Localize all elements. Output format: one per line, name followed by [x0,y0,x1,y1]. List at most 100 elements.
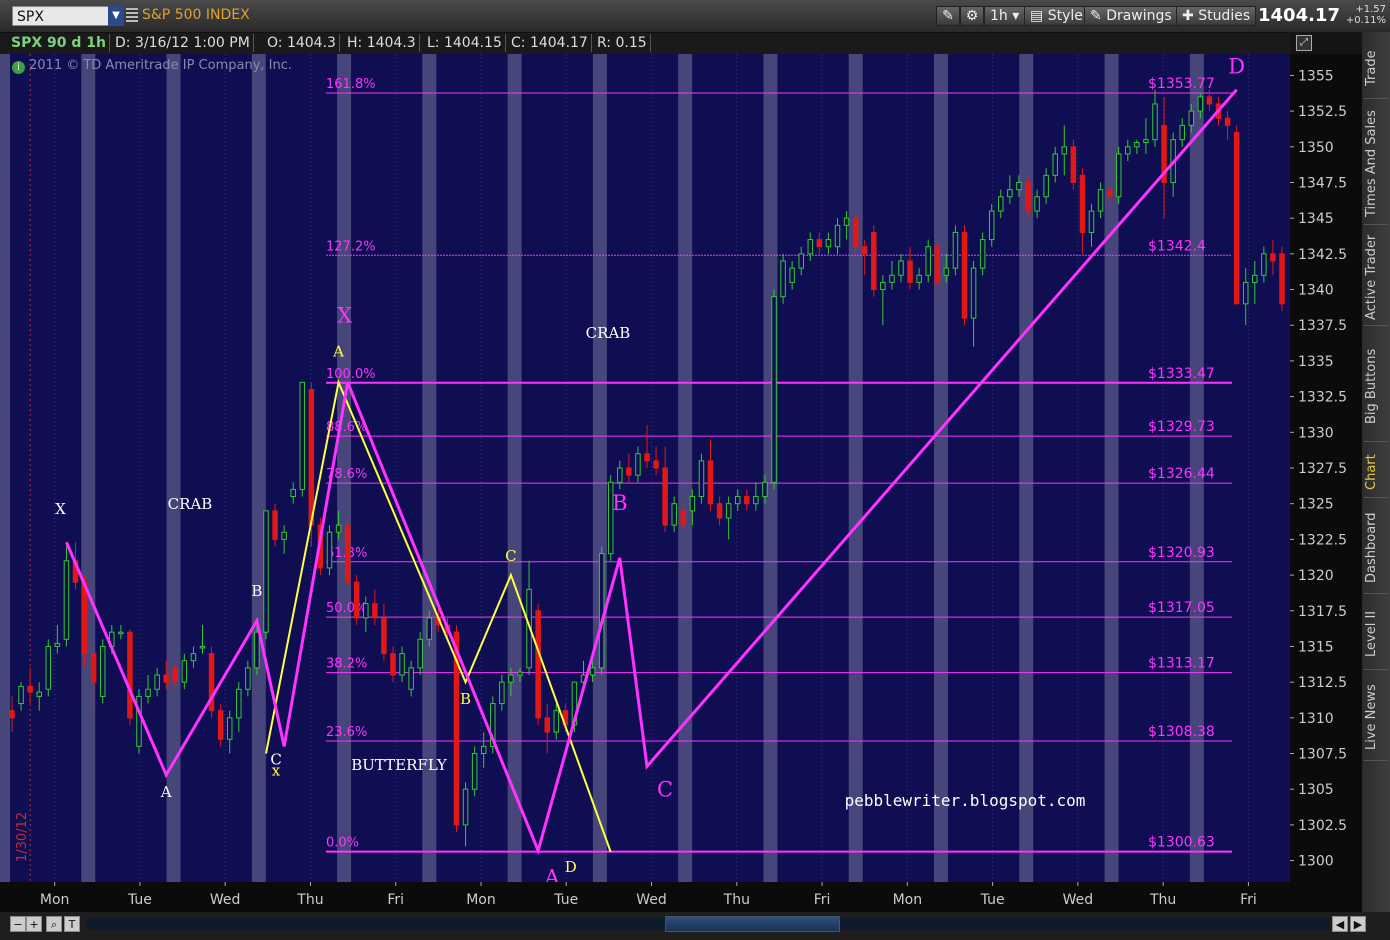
candle-body [916,274,922,283]
candle-body [898,260,904,276]
candle-body [390,653,396,676]
time-axis-labels: Mon Tue Wed Thu Fri Mon Tue Wed Thu Fri Mon Tue Wed T… [40,882,1257,908]
candle-body [1115,153,1122,198]
y-tick-label: 1355 [1298,68,1334,84]
sidebar-tab-big-buttons[interactable]: Big Buttons [1364,331,1388,442]
candle-body [780,260,786,298]
drawings-button[interactable]: ✎ Drawings [1084,6,1178,26]
fib-price-label: $1329.73 [1148,419,1215,435]
candle-body [27,685,33,693]
candle-body [1143,139,1149,144]
timeframe-label: 1h [990,8,1008,24]
drawing-tool-icon[interactable]: T [64,916,80,932]
butterfly-pattern-label: A [332,342,344,360]
chevron-down-icon[interactable]: ▼ [108,6,124,26]
y-tick-label: 1330 [1298,425,1334,441]
y-tick-label: 1332.5 [1298,390,1347,406]
change-pct: +0.11% [1345,15,1386,26]
y-tick-label: 1335 [1298,354,1334,370]
candle-body [852,217,859,248]
candle-body [290,488,296,498]
candle-body [353,581,360,619]
candle-body [254,631,260,669]
candle-body [626,467,632,476]
candle-body [1106,189,1113,198]
scroll-right-icon[interactable]: ▶ [1350,916,1366,932]
x-tick-label: Tue [127,892,152,908]
y-tick-label: 1310 [1298,711,1334,727]
candle-body [90,653,97,683]
y-tick-label: 1337.5 [1298,318,1347,334]
candle-body [462,788,469,826]
candle-body [127,631,133,719]
info-close: C: 1404.17 [508,34,592,52]
sidebar-tab-active-trader[interactable]: Active Trader [1364,230,1388,326]
change-abs: +1.57 [1355,4,1386,15]
fib-price-label: $1353.77 [1148,76,1215,92]
session-shading [166,54,181,882]
symbol-list-icon[interactable] [126,8,138,22]
studies-button[interactable]: ✚ Studies [1176,6,1257,26]
x-tick-label: Thu [723,892,750,908]
candle-body [979,239,986,269]
candle-body [925,246,931,276]
candle-body [707,460,714,505]
crab-pattern-1-label: A [160,783,172,801]
sidebar-tab-chart[interactable]: Chart [1364,447,1388,498]
sidebar-tab-level-ii[interactable]: Level II [1364,599,1388,670]
copyright-notice: i 2011 © TD Ameritrade IP Company, Inc. [12,58,292,74]
y-tick-label: 1305 [1298,782,1334,798]
candle-body [653,460,659,469]
sidebar-tab-trade[interactable]: Trade [1364,38,1388,99]
candle-body [1043,174,1049,198]
session-shading [251,54,266,882]
crab-pattern-1-label: C [270,750,281,768]
scroll-thumb[interactable] [665,916,840,932]
candlestick-chart: 1/30/12 161.8% $1353.77 127.2% $1342.4 100.0%… [0,54,1285,882]
symbol-input[interactable]: SPX [12,6,122,26]
y-tick-label: 1302.5 [1298,818,1347,834]
chart-plot-area[interactable]: 1/30/12 161.8% $1353.77 127.2% $1342.4 100.0%… [0,54,1290,882]
y-tick-label: 1312.5 [1298,675,1347,691]
time-axis[interactable]: Mon Tue Wed Thu Fri Mon Tue Wed Thu Fri Mon Tue Wed T… [0,882,1362,912]
candle-body [589,667,596,676]
crosshair-icon[interactable]: ✎ [936,6,960,26]
sidebar-tab-live-news[interactable]: Live News [1364,675,1388,761]
session-shading [592,54,607,882]
candle-body [970,267,977,319]
crab-pattern-1-label: X [55,500,66,518]
x-tick-label: Mon [40,892,70,908]
sidebar-tab-times-and-sales[interactable]: Times And Sales [1364,104,1388,225]
y-tick-label: 1327.5 [1298,461,1347,477]
candle-body [1088,210,1095,233]
candle-body [263,510,269,633]
candle-body [426,617,433,640]
candle-body [1061,146,1068,155]
candle-body [988,210,995,241]
candle-body [344,524,351,583]
candle-body [1197,96,1204,112]
candle-body [1179,124,1185,141]
chart-id[interactable]: SPX 90 d 1h [8,34,110,52]
info-icon[interactable]: i [12,61,25,74]
chart-type-icon[interactable]: ⤢ [1296,35,1312,51]
pencil-icon: ✎ [1090,8,1102,24]
settings-icon[interactable]: ⚙ [960,6,984,26]
candle-body [798,253,804,269]
zoom-out-icon[interactable]: − [10,916,26,932]
style-button[interactable]: ▤ Style [1024,6,1089,26]
candle-body [217,710,224,740]
scroll-left-icon[interactable]: ◀ [1332,916,1348,932]
x-tick-label: Wed [1063,892,1094,908]
y-tick-label: 1300 [1298,854,1334,870]
x-tick-label: Mon [893,892,923,908]
magnifier-icon[interactable]: ⌕ [46,916,62,932]
timeframe-button[interactable]: 1h ▾ [984,6,1026,26]
zoom-in-icon[interactable]: + [26,916,42,932]
candle-body [1025,181,1031,212]
candle-body [907,260,913,283]
candle-body [236,688,242,719]
crab-pattern-2-label: X [337,303,352,327]
price-axis[interactable]: 1300 1302.5 1305 1307.5 1310 1312.5 1315 1317.5… [1290,54,1362,882]
sidebar-tab-dashboard[interactable]: Dashboard [1364,503,1388,594]
